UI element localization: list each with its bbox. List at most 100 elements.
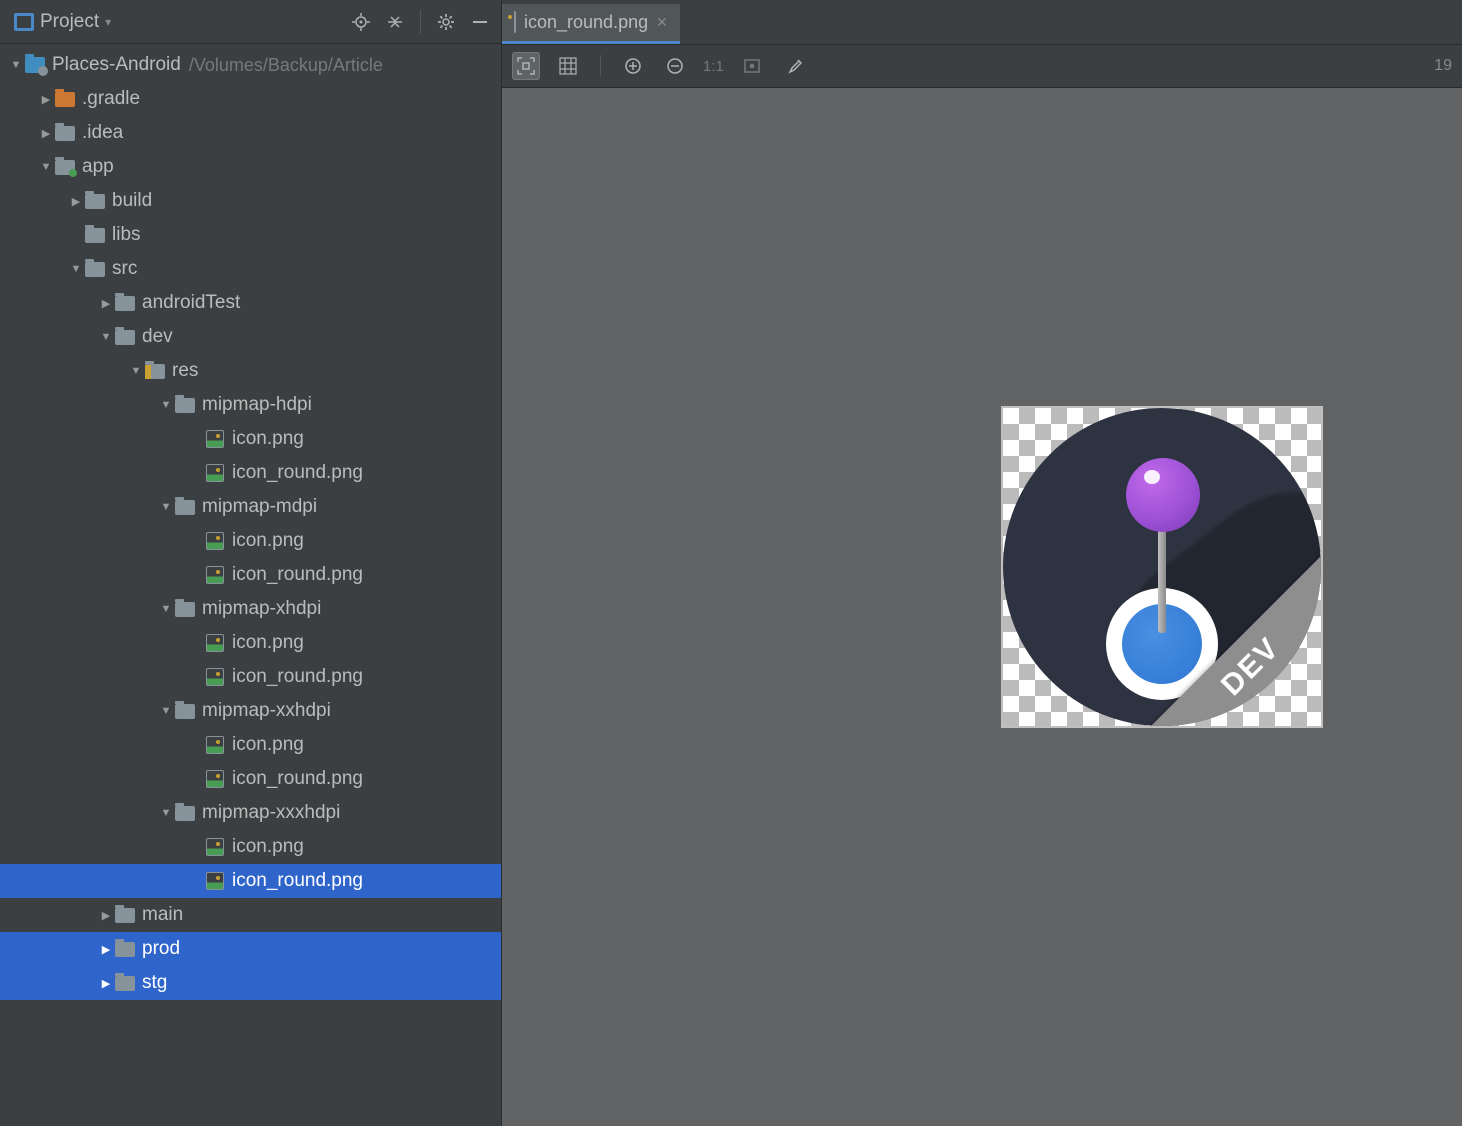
project-panel: Project ▾ ▼ Places-Android/Volumes/Backup… bbox=[0, 0, 502, 1126]
tree-label: res bbox=[172, 360, 198, 382]
actual-size-button[interactable]: 1:1 bbox=[703, 52, 724, 80]
tree-row[interactable]: ▶.idea bbox=[0, 116, 501, 150]
chevron-down-icon[interactable]: ▼ bbox=[128, 365, 144, 377]
project-tree[interactable]: ▼ Places-Android/Volumes/Backup/Article ▶.… bbox=[0, 44, 501, 1126]
editor-panel: icon_round.png ✕ bbox=[502, 0, 1462, 1126]
color-picker-icon[interactable] bbox=[780, 52, 808, 80]
tree-label: icon_round.png bbox=[232, 666, 363, 688]
folder-icon bbox=[84, 226, 106, 244]
tree-row[interactable]: ▼ app bbox=[0, 150, 501, 184]
chevron-down-icon[interactable]: ▼ bbox=[38, 161, 54, 173]
file-img-icon bbox=[204, 430, 226, 448]
folder-icon bbox=[54, 124, 76, 142]
tree-row[interactable]: ▶ prod bbox=[0, 932, 501, 966]
chevron-right-icon[interactable]: ▶ bbox=[98, 909, 114, 922]
tree-label: Places-Android bbox=[52, 54, 181, 76]
tree-row[interactable]: icon.png bbox=[0, 728, 501, 762]
tree-row[interactable]: ▶ stg bbox=[0, 966, 501, 1000]
separator bbox=[600, 55, 601, 77]
chevron-right-icon[interactable]: ▶ bbox=[38, 127, 54, 140]
file-img-icon bbox=[204, 464, 226, 482]
folder-orange-icon bbox=[54, 90, 76, 108]
chevron-right-icon[interactable]: ▶ bbox=[98, 943, 114, 956]
chevron-down-icon[interactable]: ▼ bbox=[98, 331, 114, 343]
gear-icon[interactable] bbox=[433, 9, 459, 35]
editor-tabbar: icon_round.png ✕ bbox=[502, 0, 1462, 44]
tree-row[interactable]: icon_round.png bbox=[0, 456, 501, 490]
chevron-down-icon[interactable]: ▼ bbox=[8, 59, 24, 71]
chevron-right-icon[interactable]: ▶ bbox=[38, 93, 54, 106]
chevron-right-icon[interactable]: ▶ bbox=[98, 977, 114, 990]
tree-label: icon.png bbox=[232, 428, 304, 450]
tree-row[interactable]: ▶ main bbox=[0, 898, 501, 932]
tree-label: app bbox=[82, 156, 114, 178]
file-img-icon bbox=[204, 770, 226, 788]
tree-row[interactable]: libs bbox=[0, 218, 501, 252]
chevron-down-icon[interactable]: ▼ bbox=[158, 501, 174, 513]
grid-icon[interactable] bbox=[554, 52, 582, 80]
locate-icon[interactable] bbox=[348, 9, 374, 35]
tab-label: icon_round.png bbox=[524, 12, 648, 33]
chevron-down-icon[interactable]: ▼ bbox=[158, 705, 174, 717]
tree-label: .gradle bbox=[82, 88, 140, 110]
collapse-all-icon[interactable] bbox=[382, 9, 408, 35]
chevron-down-icon[interactable]: ▼ bbox=[158, 399, 174, 411]
fit-zoom-icon[interactable] bbox=[512, 52, 540, 80]
tree-path: /Volumes/Backup/Article bbox=[189, 55, 383, 76]
chevron-down-icon[interactable]: ▼ bbox=[68, 263, 84, 275]
tree-label: mipmap-xxxhdpi bbox=[202, 802, 340, 824]
bounds-icon[interactable] bbox=[738, 52, 766, 80]
file-img-icon bbox=[204, 566, 226, 584]
file-img-icon bbox=[204, 838, 226, 856]
tree-label: prod bbox=[142, 938, 180, 960]
tree-row[interactable]: icon.png bbox=[0, 830, 501, 864]
folder-icon bbox=[114, 294, 136, 312]
folder-icon bbox=[174, 600, 196, 618]
tree-row[interactable]: icon_round.png bbox=[0, 558, 501, 592]
tree-label: stg bbox=[142, 972, 167, 994]
tree-row[interactable]: ▼ Places-Android/Volumes/Backup/Article bbox=[0, 48, 501, 82]
tree-row[interactable]: ▼ mipmap-xxxhdpi bbox=[0, 796, 501, 830]
tree-label: dev bbox=[142, 326, 173, 348]
tree-row[interactable]: icon.png bbox=[0, 626, 501, 660]
tree-row[interactable]: icon_round.png bbox=[0, 864, 501, 898]
tree-label: icon.png bbox=[232, 836, 304, 858]
tree-row[interactable]: ▶androidTest bbox=[0, 286, 501, 320]
tree-label: icon_round.png bbox=[232, 564, 363, 586]
folder-icon bbox=[114, 974, 136, 992]
proj-root-icon bbox=[24, 56, 46, 74]
tree-row[interactable]: ▶build bbox=[0, 184, 501, 218]
zoom-out-icon[interactable] bbox=[661, 52, 689, 80]
tree-row[interactable]: ▶ .gradle bbox=[0, 82, 501, 116]
tree-row[interactable]: ▼mipmap-xhdpi bbox=[0, 592, 501, 626]
project-view-dropdown[interactable]: Project ▾ bbox=[8, 7, 117, 37]
chevron-right-icon[interactable]: ▶ bbox=[68, 195, 84, 208]
tree-row[interactable]: icon.png bbox=[0, 422, 501, 456]
hide-panel-icon[interactable] bbox=[467, 9, 493, 35]
tree-row[interactable]: ▼mipmap-mdpi bbox=[0, 490, 501, 524]
folder-icon bbox=[174, 396, 196, 414]
tree-row[interactable]: ▼mipmap-hdpi bbox=[0, 388, 501, 422]
tree-row[interactable]: icon_round.png bbox=[0, 660, 501, 694]
tree-row[interactable]: icon_round.png bbox=[0, 762, 501, 796]
chevron-right-icon[interactable]: ▶ bbox=[98, 297, 114, 310]
folder-res-icon bbox=[144, 362, 166, 380]
tree-row[interactable]: ▼ dev bbox=[0, 320, 501, 354]
tree-label: libs bbox=[112, 224, 141, 246]
image-toolbar: 1:1 19 bbox=[502, 44, 1462, 88]
zoom-in-icon[interactable] bbox=[619, 52, 647, 80]
image-viewport[interactable]: DEV bbox=[502, 88, 1462, 1126]
tree-row[interactable]: ▼mipmap-xxhdpi bbox=[0, 694, 501, 728]
tree-label: main bbox=[142, 904, 183, 926]
editor-tab[interactable]: icon_round.png ✕ bbox=[502, 4, 680, 44]
close-icon[interactable]: ✕ bbox=[656, 14, 668, 31]
file-img-icon bbox=[204, 532, 226, 550]
tree-row[interactable]: icon.png bbox=[0, 524, 501, 558]
chevron-down-icon[interactable]: ▼ bbox=[158, 807, 174, 819]
folder-icon bbox=[84, 260, 106, 278]
tree-label: src bbox=[112, 258, 137, 280]
tree-row[interactable]: ▼ src bbox=[0, 252, 501, 286]
tree-row[interactable]: ▼ res bbox=[0, 354, 501, 388]
chevron-down-icon[interactable]: ▼ bbox=[158, 603, 174, 615]
tree-label: icon_round.png bbox=[232, 768, 363, 790]
